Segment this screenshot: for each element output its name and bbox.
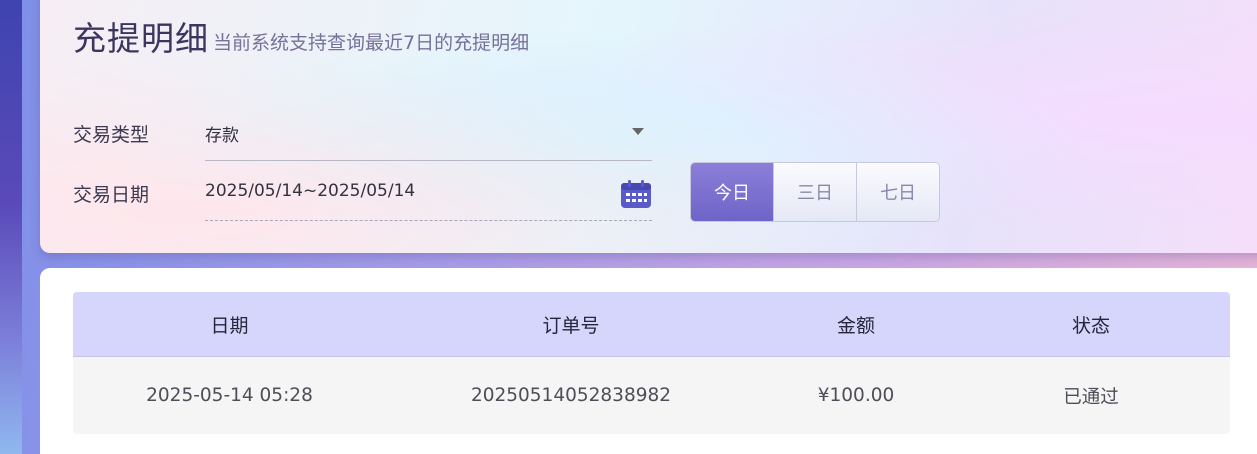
page-subtitle: 当前系统支持查询最近7日的充提明细 (213, 32, 530, 54)
row-status: 已通过 (1063, 386, 1119, 408)
column-header-date: 日期 (210, 314, 249, 337)
row-amount: ¥100.00 (817, 385, 895, 406)
table-header: 日期 订单号 金额 状态 (73, 292, 1230, 357)
transaction-type-value: 存款 (205, 126, 239, 146)
three-days-button[interactable]: 三日 (773, 163, 856, 221)
table-row: 2025-05-14 05:28 20250514052838982 ¥100.… (73, 357, 1230, 434)
page-title: 充提明细 (73, 19, 209, 58)
transaction-date-label: 交易日期 (73, 184, 150, 206)
calendar-icon[interactable] (620, 179, 652, 209)
date-range-value: 2025/05/14~2025/05/14 (205, 181, 416, 201)
today-button[interactable]: 今日 (691, 163, 773, 221)
seven-days-button[interactable]: 七日 (856, 163, 939, 221)
transaction-type-label: 交易类型 (73, 124, 150, 146)
date-range-buttons: 今日 三日 七日 (690, 162, 940, 222)
records-table: 日期 订单号 金额 状态 2025-05-14 05:28 2025051405… (73, 292, 1230, 434)
date-underline (205, 220, 652, 221)
date-range-input[interactable]: 2025/05/14~2025/05/14 (205, 163, 652, 221)
select-underline (205, 160, 652, 161)
transaction-type-select[interactable]: 存款 (205, 103, 652, 161)
row-order-number: 20250514052838982 (470, 385, 672, 406)
row-date: 2025-05-14 05:28 (146, 385, 313, 406)
column-header-amount: 金额 (836, 314, 875, 337)
column-header-order: 订单号 (542, 314, 600, 337)
column-header-status: 状态 (1071, 314, 1110, 337)
chevron-down-icon[interactable] (632, 128, 644, 135)
left-sidebar-strip (0, 0, 22, 454)
